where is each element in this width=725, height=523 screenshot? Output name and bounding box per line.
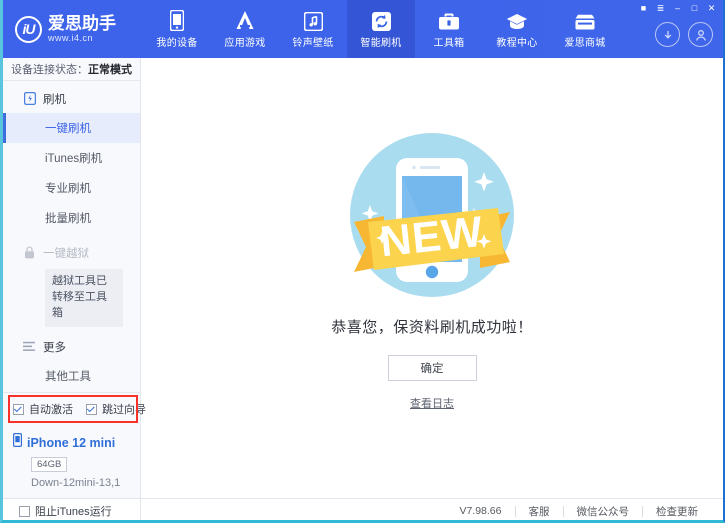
device-name-row: iPhone 12 mini — [13, 433, 140, 452]
title-bar: iU 爱思助手 www.i4.cn 我的设备 应用游戏 — [3, 0, 723, 58]
sidebar: 设备连接状态：正常模式 刷机 一键刷机 iTunes刷机 专业刷机 — [3, 58, 141, 498]
app-window: iU 爱思助手 www.i4.cn 我的设备 应用游戏 — [0, 0, 725, 523]
minimize-button[interactable]: – — [670, 2, 685, 14]
sidebar-item-label: 专业刷机 — [45, 183, 91, 195]
sidebar-item-label: 一键刷机 — [45, 123, 91, 135]
block-itunes-label[interactable]: 阻止iTunes运行 — [35, 503, 112, 519]
wechat-link[interactable]: 微信公众号 — [564, 504, 643, 519]
sidebar-item-pro-flash[interactable]: 专业刷机 — [3, 173, 140, 203]
nav-label: 爱思商城 — [564, 34, 605, 49]
block-itunes-checkbox[interactable] — [19, 506, 30, 517]
device-info[interactable]: iPhone 12 mini 64GB Down-12mini-13,1 — [3, 425, 140, 498]
apps-icon — [234, 9, 256, 31]
flash-phone-icon — [23, 92, 36, 105]
nav-item-tutorial-center[interactable]: 教程中心 — [483, 0, 551, 58]
menu-button[interactable]: ≣ — [653, 2, 668, 14]
close-button[interactable]: ✕ — [704, 2, 719, 14]
logo-url: www.i4.cn — [48, 34, 116, 43]
device-capacity-badge: 64GB — [31, 457, 67, 472]
success-message: 恭喜您，保资料刷机成功啦！ — [331, 316, 533, 337]
view-log-link[interactable]: 查看日志 — [410, 395, 454, 411]
nav-item-toolbox[interactable]: 工具箱 — [415, 0, 483, 58]
nav-label: 智能刷机 — [360, 34, 401, 49]
window-controls: ■ ≣ – □ ✕ — [636, 2, 719, 14]
nav-label: 工具箱 — [434, 34, 465, 49]
sidebar-item-label: 批量刷机 — [45, 213, 91, 225]
sidebar-footer: 自动激活 跳过向导 iPhone 12 mini 64GB Down-12min… — [3, 392, 140, 498]
nav-label: 我的设备 — [156, 34, 197, 49]
skin-button[interactable]: ■ — [636, 2, 651, 14]
sidebar-item-label: iTunes刷机 — [45, 153, 102, 165]
skip-wizard-checkbox[interactable] — [86, 404, 97, 415]
nav-label: 铃声壁纸 — [292, 34, 333, 49]
app-logo: iU 爱思助手 www.i4.cn — [15, 15, 133, 43]
connection-status-value: 正常模式 — [88, 61, 132, 77]
nav-label: 教程中心 — [496, 34, 537, 49]
store-icon — [573, 9, 597, 31]
main-nav: 我的设备 应用游戏 铃声壁纸 智能刷机 — [143, 0, 619, 58]
phone-small-icon — [13, 433, 22, 452]
phone-icon — [170, 9, 184, 31]
content-area: 设备连接状态：正常模式 刷机 一键刷机 iTunes刷机 专业刷机 — [3, 58, 723, 498]
confirm-button[interactable]: 确定 — [388, 355, 477, 381]
auto-activate-label[interactable]: 自动激活 — [29, 401, 73, 417]
maximize-button[interactable]: □ — [687, 2, 702, 14]
sidebar-item-label: 其他工具 — [45, 371, 91, 383]
lock-icon — [23, 246, 36, 259]
version-label: V7.98.66 — [446, 505, 514, 517]
header-actions — [655, 22, 713, 47]
logo-text: 爱思助手 www.i4.cn — [48, 15, 116, 43]
sidebar-group-more[interactable]: 更多 — [3, 333, 140, 361]
nav-item-ringtone-wallpaper[interactable]: 铃声壁纸 — [279, 0, 347, 58]
device-name: iPhone 12 mini — [27, 436, 115, 450]
flash-options-row: 自动激活 跳过向导 — [3, 392, 140, 425]
flash-icon — [372, 9, 391, 31]
nav-item-store[interactable]: 爱思商城 — [551, 0, 619, 58]
jailbreak-tooltip: 越狱工具已转移至工具箱 — [45, 269, 123, 327]
nav-item-my-device[interactable]: 我的设备 — [143, 0, 211, 58]
sidebar-group-flash[interactable]: 刷机 — [3, 85, 140, 113]
device-identifier: Down-12mini-13,1 — [31, 477, 140, 489]
sidebar-item-itunes-flash[interactable]: iTunes刷机 — [3, 143, 140, 173]
connection-status: 设备连接状态：正常模式 — [3, 58, 140, 81]
block-itunes-option[interactable]: 阻止iTunes运行 — [3, 499, 141, 523]
new-phone-ribbon-illustration: NEW — [332, 120, 532, 310]
ringtone-icon — [304, 9, 323, 31]
more-lines-icon — [23, 340, 36, 353]
sidebar-group-label: 一键越狱 — [43, 245, 89, 261]
sidebar-item-one-key-flash[interactable]: 一键刷机 — [3, 113, 140, 143]
connection-status-label: 设备连接状态： — [11, 61, 88, 77]
nav-item-apps-games[interactable]: 应用游戏 — [211, 0, 279, 58]
sidebar-group-label: 更多 — [43, 339, 66, 355]
sidebar-item-other-tools[interactable]: 其他工具 — [3, 361, 140, 391]
logo-title: 爱思助手 — [48, 15, 116, 32]
account-icon[interactable] — [688, 22, 713, 47]
download-icon[interactable] — [655, 22, 680, 47]
sidebar-nav: 刷机 一键刷机 iTunes刷机 专业刷机 批量刷机 — [3, 81, 140, 392]
logo-mark-icon: iU — [15, 16, 42, 43]
toolbox-icon — [438, 9, 460, 31]
sidebar-group-label: 刷机 — [43, 91, 66, 107]
graduation-icon — [506, 9, 528, 31]
skip-wizard-label[interactable]: 跳过向导 — [102, 401, 146, 417]
auto-activate-checkbox[interactable] — [13, 404, 24, 415]
status-bar: 阻止iTunes运行 V7.98.66 客服 微信公众号 检查更新 — [3, 498, 723, 523]
nav-label: 应用游戏 — [224, 34, 265, 49]
sidebar-item-batch-flash[interactable]: 批量刷机 — [3, 203, 140, 233]
sidebar-group-jailbreak: 一键越狱 — [3, 239, 140, 267]
nav-item-smart-flash[interactable]: 智能刷机 — [347, 0, 415, 58]
main-panel: NEW 恭喜您，保资料刷机成功啦！ 确定 查看日志 — [141, 58, 723, 498]
customer-service-link[interactable]: 客服 — [516, 504, 563, 519]
check-update-link[interactable]: 检查更新 — [643, 504, 711, 519]
status-bar-right: V7.98.66 客服 微信公众号 检查更新 — [446, 504, 723, 519]
